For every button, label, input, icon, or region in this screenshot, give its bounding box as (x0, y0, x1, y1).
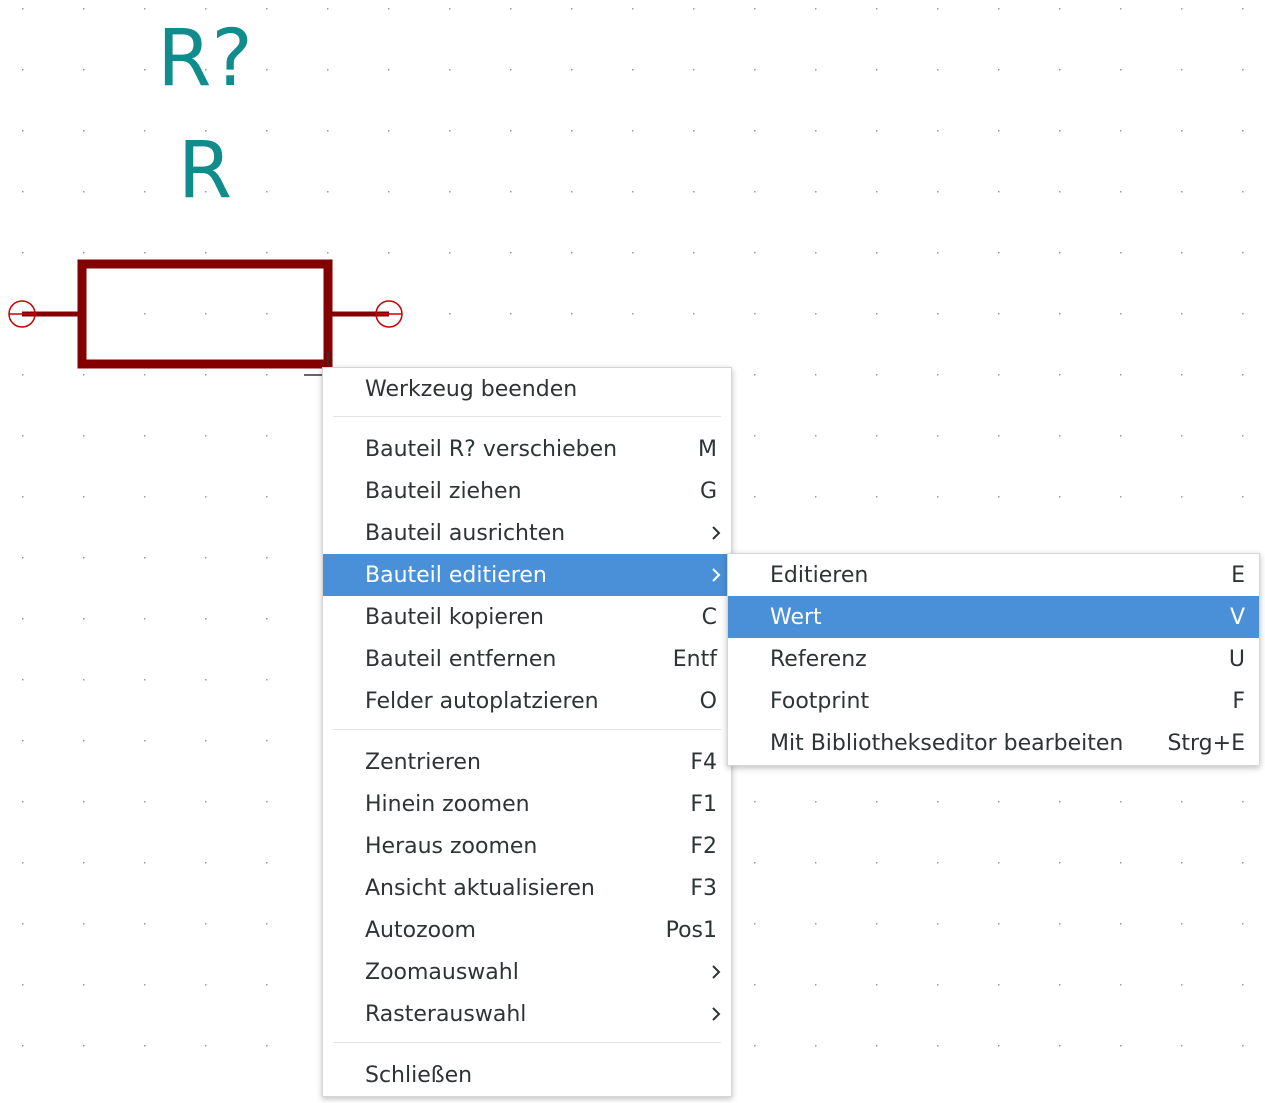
menu-item-shortcut: F4 (690, 750, 717, 775)
submenu-item-shortcut: U (1228, 647, 1245, 672)
menu-item-zentrieren[interactable]: Zentrieren F4 (323, 741, 731, 783)
menu-item-shortcut: G (699, 479, 717, 504)
menu-item-verschieben[interactable]: Bauteil R? verschieben M (323, 428, 731, 470)
menu-item-ansicht-aktualisieren[interactable]: Ansicht aktualisieren F3 (323, 867, 731, 909)
reference-designator[interactable]: R? (157, 14, 253, 104)
chevron-right-icon (711, 1006, 721, 1022)
menu-item-shortcut: F1 (690, 792, 717, 817)
chevron-right-icon (711, 964, 721, 980)
menu-item-rasterauswahl[interactable]: Rasterauswahl (323, 993, 731, 1035)
menu-item-label: Bauteil entfernen (365, 647, 557, 672)
menu-item-label: Bauteil ziehen (365, 479, 522, 504)
submenu-item-editieren[interactable]: Editieren E (728, 554, 1259, 596)
menu-item-autozoom[interactable]: Autozoom Pos1 (323, 909, 731, 951)
menu-item-label: Werkzeug beenden (365, 377, 578, 402)
menu-separator (333, 729, 721, 730)
menu-item-shortcut: Entf (672, 647, 717, 672)
edit-submenu: Editieren E Wert V Referenz U Footprint … (727, 553, 1260, 766)
menu-item-shortcut: O (699, 689, 717, 714)
submenu-item-label: Editieren (770, 563, 869, 588)
submenu-item-label: Wert (770, 605, 822, 630)
submenu-item-footprint[interactable]: Footprint F (728, 680, 1259, 722)
menu-item-shortcut: C (701, 605, 717, 630)
menu-item-label: Bauteil editieren (365, 563, 547, 588)
menu-item-label: Heraus zoomen (365, 834, 538, 859)
submenu-item-bibliothekseditor[interactable]: Mit Bibliothekseditor bearbeiten Strg+E (728, 722, 1259, 764)
submenu-item-wert[interactable]: Wert V (728, 596, 1259, 638)
menu-separator (333, 416, 721, 417)
chevron-right-icon (711, 525, 721, 541)
menu-item-label: Felder autoplatzieren (365, 689, 599, 714)
chevron-right-icon (711, 567, 721, 583)
menu-item-label: Bauteil ausrichten (365, 521, 566, 546)
menu-item-shortcut: F2 (690, 834, 717, 859)
submenu-item-shortcut: Strg+E (1167, 731, 1245, 756)
menu-item-label: Schließen (365, 1063, 473, 1088)
menu-item-entfernen[interactable]: Bauteil entfernen Entf (323, 638, 731, 680)
component-value[interactable]: R (178, 126, 232, 216)
menu-item-shortcut: Pos1 (665, 918, 717, 943)
menu-item-heraus-zoomen[interactable]: Heraus zoomen F2 (323, 825, 731, 867)
menu-item-label: Bauteil R? verschieben (365, 437, 618, 462)
menu-item-werkzeug-beenden[interactable]: Werkzeug beenden (323, 368, 731, 410)
menu-item-hinein-zoomen[interactable]: Hinein zoomen F1 (323, 783, 731, 825)
submenu-item-label: Referenz (770, 647, 867, 672)
submenu-item-shortcut: E (1231, 563, 1245, 588)
menu-item-zoomauswahl[interactable]: Zoomauswahl (323, 951, 731, 993)
submenu-item-label: Mit Bibliothekseditor bearbeiten (770, 731, 1124, 756)
submenu-item-referenz[interactable]: Referenz U (728, 638, 1259, 680)
menu-item-shortcut: M (698, 437, 717, 462)
menu-item-ziehen[interactable]: Bauteil ziehen G (323, 470, 731, 512)
menu-item-label: Ansicht aktualisieren (365, 876, 595, 901)
submenu-item-shortcut: V (1229, 605, 1245, 630)
submenu-item-shortcut: F (1232, 689, 1245, 714)
menu-item-autoplatzieren[interactable]: Felder autoplatzieren O (323, 680, 731, 722)
menu-item-label: Hinein zoomen (365, 792, 530, 817)
menu-item-label: Autozoom (365, 918, 476, 943)
submenu-item-label: Footprint (770, 689, 870, 714)
menu-item-schliessen[interactable]: Schließen (323, 1054, 731, 1096)
menu-item-label: Rasterauswahl (365, 1002, 527, 1027)
menu-item-label: Zentrieren (365, 750, 481, 775)
context-menu: Werkzeug beenden Bauteil R? verschieben … (322, 367, 732, 1097)
menu-separator (333, 1042, 721, 1043)
menu-item-label: Zoomauswahl (365, 960, 519, 985)
menu-item-label: Bauteil kopieren (365, 605, 544, 630)
menu-item-kopieren[interactable]: Bauteil kopieren C (323, 596, 731, 638)
menu-item-editieren[interactable]: Bauteil editieren (323, 554, 731, 596)
menu-item-ausrichten[interactable]: Bauteil ausrichten (323, 512, 731, 554)
menu-item-shortcut: F3 (690, 876, 717, 901)
